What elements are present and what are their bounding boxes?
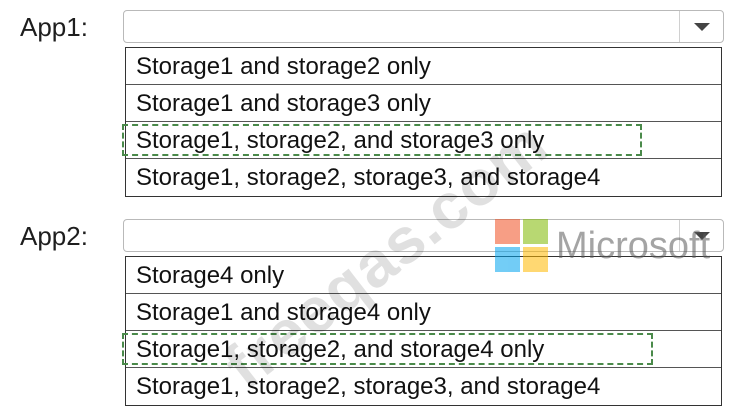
app1-option-selected[interactable]: Storage1, storage2, and storage3 only <box>122 122 721 159</box>
logo-square <box>495 219 520 244</box>
app1-option-list: Storage1 and storage2 only Storage1 and … <box>122 47 722 197</box>
option-label: Storage1 and storage2 only <box>136 53 431 80</box>
brand-text: Microsoft <box>556 224 711 267</box>
app2-label: App2: <box>20 221 88 251</box>
option-label: Storage1, storage2, storage3, and storag… <box>136 373 601 400</box>
option-label: Storage1, storage2, and storage4 only <box>136 336 545 363</box>
app1-option[interactable]: Storage1 and storage2 only <box>126 48 721 85</box>
logo-square <box>523 219 548 244</box>
option-label: Storage4 only <box>136 262 285 289</box>
logo-square <box>523 247 548 272</box>
app1-dropdown[interactable] <box>123 10 724 43</box>
chevron-down-icon[interactable] <box>679 11 723 42</box>
app1-option[interactable]: Storage1 and storage3 only <box>126 85 721 122</box>
app1-label: App1: <box>20 12 88 42</box>
app2-option[interactable]: Storage1 and storage4 only <box>126 294 721 331</box>
microsoft-logo-icon: Microsoft <box>495 219 710 272</box>
answer-area: App1: Storage1 and storage2 only Storage… <box>0 0 736 413</box>
app2-option-list: Storage4 only Storage1 and storage4 only… <box>122 256 722 406</box>
app2-option[interactable]: Storage1, storage2, storage3, and storag… <box>126 368 721 405</box>
option-label: Storage1 and storage3 only <box>136 90 431 117</box>
logo-square <box>495 247 520 272</box>
